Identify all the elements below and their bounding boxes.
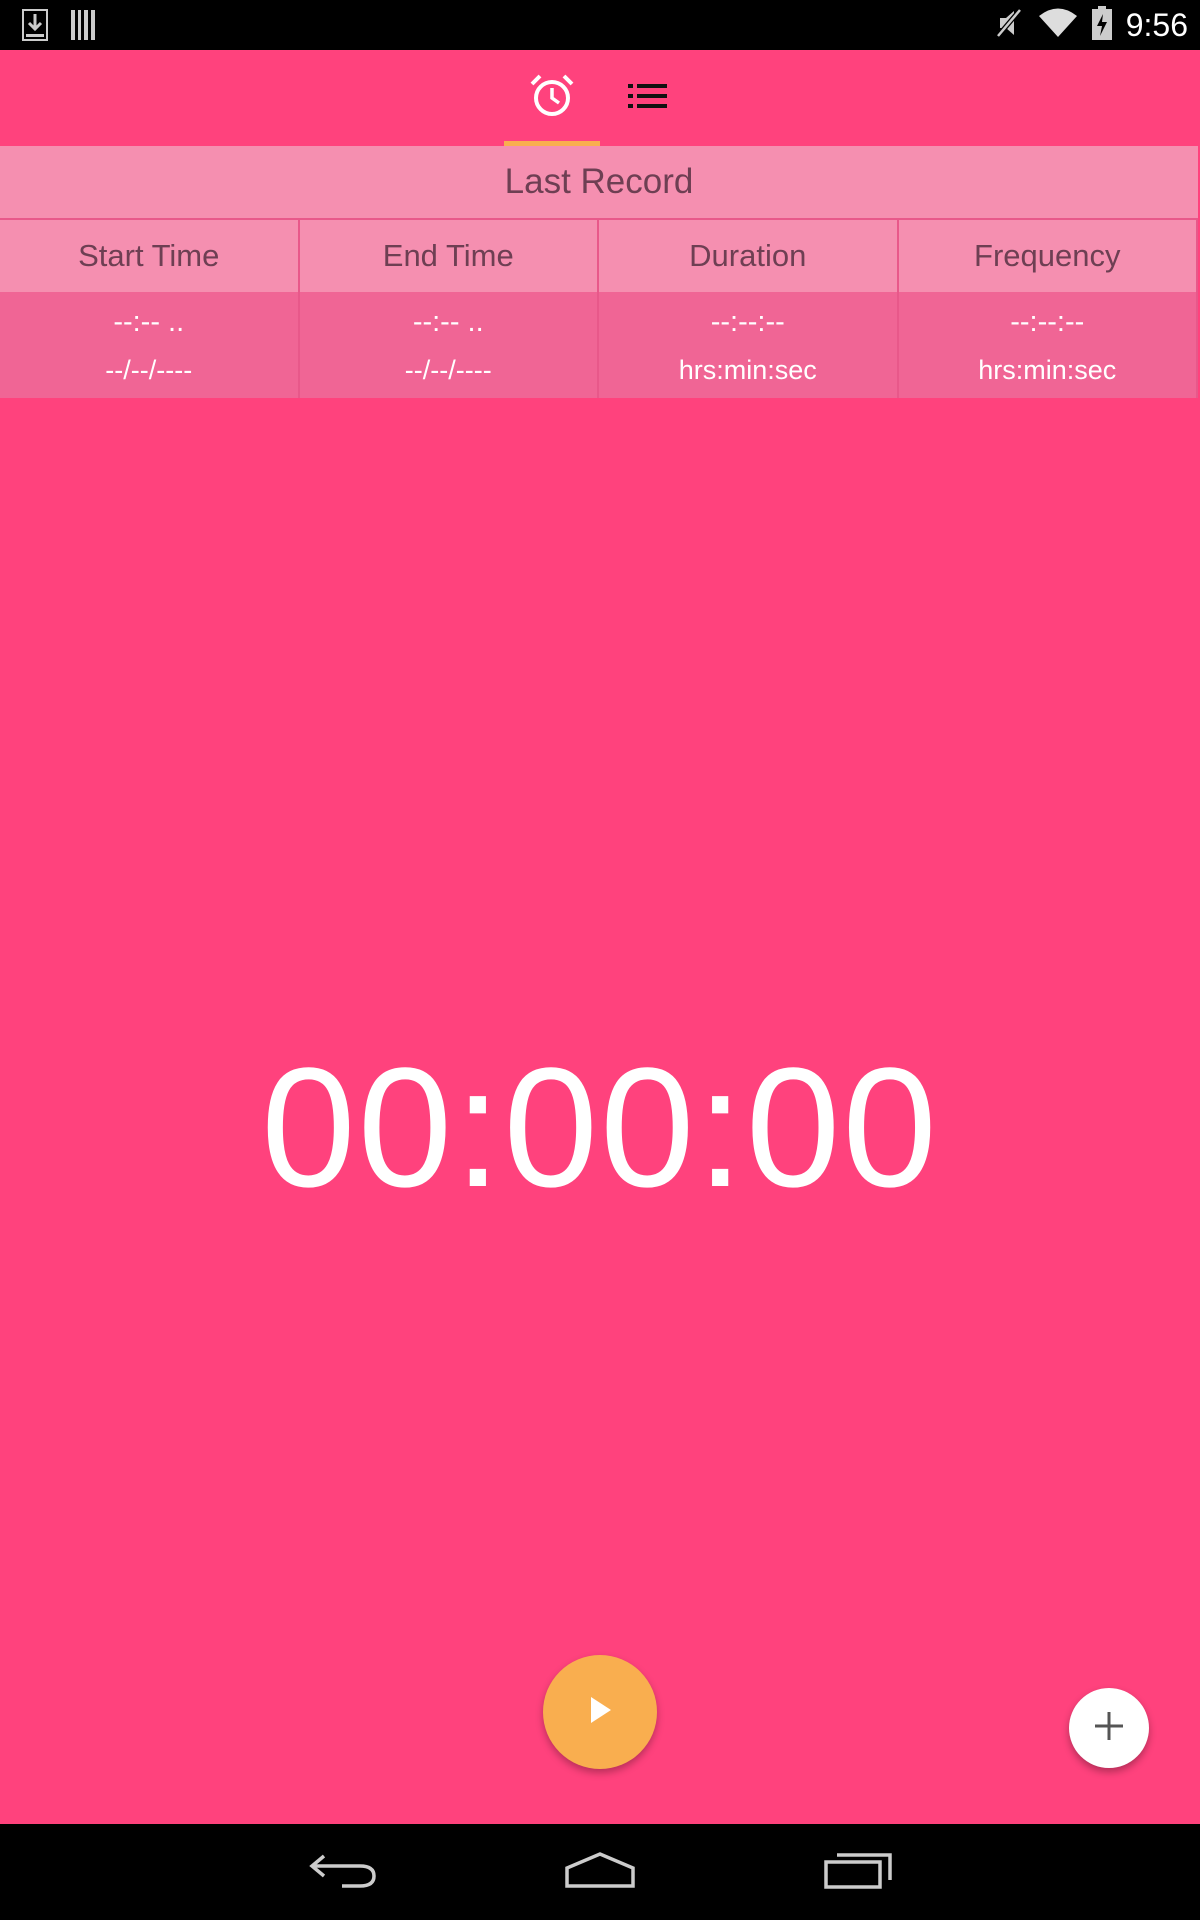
mute-icon (994, 6, 1024, 45)
start-date-value: --/--/---- (105, 355, 193, 385)
column-header-start-time: Start Time (0, 220, 300, 292)
end-time-cell: --:-- .. --/--/---- (299, 292, 599, 398)
status-left-icons (22, 9, 96, 46)
back-icon (308, 1850, 378, 1895)
start-time-value: --:-- .. (113, 306, 185, 338)
status-time: 9:56 (1125, 7, 1188, 43)
duration-unit: hrs:min:sec (678, 355, 817, 385)
end-time-value: --:-- .. (412, 306, 484, 338)
tab-history[interactable] (600, 50, 696, 146)
record-header-row: Start Time End Time Duration Frequency (0, 220, 1198, 292)
duration-value: --:--:-- (710, 306, 785, 338)
duration-cell: --:--:-- hrs:min:sec (599, 292, 899, 398)
alarm-clock-icon (529, 73, 575, 124)
add-button[interactable] (1069, 1688, 1149, 1768)
download-icon (22, 9, 48, 46)
wifi-icon (1038, 7, 1078, 44)
status-bar: 9:56 (0, 0, 1200, 50)
list-icon (628, 81, 668, 116)
status-right-icons: 9:56 (994, 6, 1188, 45)
frequency-value: --:--:-- (1010, 306, 1085, 338)
recents-icon (823, 1850, 893, 1895)
recents-button[interactable] (808, 1842, 908, 1902)
last-record-title: Last Record (0, 146, 1198, 220)
record-value-row: --:-- .. --/--/---- --:-- .. --/--/---- … (0, 292, 1198, 398)
back-button[interactable] (293, 1842, 393, 1902)
play-button[interactable] (543, 1655, 657, 1769)
tab-bar (0, 50, 1200, 146)
timer-display: 00:00:00 (261, 1033, 939, 1223)
navigation-bar (0, 1824, 1200, 1920)
column-header-end-time: End Time (299, 220, 599, 292)
battery-charging-icon (1091, 6, 1112, 45)
tab-timer[interactable] (504, 50, 600, 146)
frequency-unit: hrs:min:sec (978, 355, 1117, 385)
plus-icon (1092, 1709, 1126, 1748)
home-button[interactable] (550, 1842, 650, 1902)
play-icon (586, 1694, 614, 1731)
column-header-frequency: Frequency (898, 220, 1198, 292)
start-time-cell: --:-- .. --/--/---- (0, 292, 300, 398)
end-date-value: --/--/---- (404, 355, 492, 385)
home-icon (563, 1850, 637, 1895)
column-header-duration: Duration (599, 220, 899, 292)
barcode-icon (70, 9, 96, 46)
frequency-cell: --:--:-- hrs:min:sec (898, 292, 1198, 398)
